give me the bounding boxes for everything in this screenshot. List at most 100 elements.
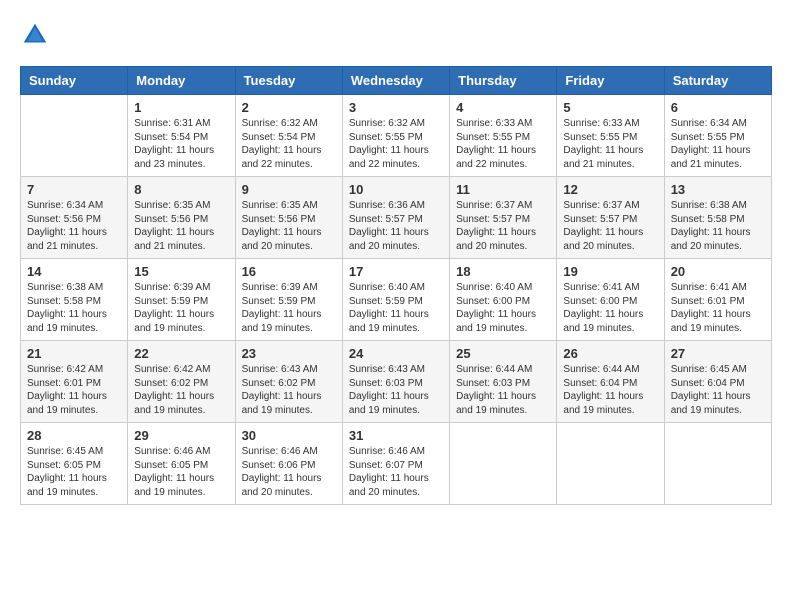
calendar-day-cell: 25 Sunrise: 6:44 AMSunset: 6:03 PMDayligh… — [450, 341, 557, 423]
day-info: Sunrise: 6:42 AMSunset: 6:02 PMDaylight:… — [134, 363, 228, 417]
day-number: 22 — [134, 346, 228, 361]
day-number: 9 — [242, 182, 336, 197]
day-info: Sunrise: 6:38 AMSunset: 5:58 PMDaylight:… — [27, 281, 121, 335]
day-number: 15 — [134, 264, 228, 279]
day-number: 11 — [456, 182, 550, 197]
day-number: 26 — [563, 346, 657, 361]
day-info: Sunrise: 6:32 AMSunset: 5:54 PMDaylight:… — [242, 117, 336, 171]
day-info: Sunrise: 6:33 AMSunset: 5:55 PMDaylight:… — [456, 117, 550, 171]
calendar-day-cell: 5 Sunrise: 6:33 AMSunset: 5:55 PMDaylight… — [557, 95, 664, 177]
day-number: 16 — [242, 264, 336, 279]
day-number: 4 — [456, 100, 550, 115]
calendar-day-cell — [21, 95, 128, 177]
weekday-header-cell: Sunday — [21, 67, 128, 95]
calendar-day-cell: 21 Sunrise: 6:42 AMSunset: 6:01 PMDayligh… — [21, 341, 128, 423]
day-info: Sunrise: 6:37 AMSunset: 5:57 PMDaylight:… — [563, 199, 657, 253]
calendar-day-cell: 17 Sunrise: 6:40 AMSunset: 5:59 PMDayligh… — [342, 259, 449, 341]
calendar-day-cell: 19 Sunrise: 6:41 AMSunset: 6:00 PMDayligh… — [557, 259, 664, 341]
day-info: Sunrise: 6:46 AMSunset: 6:07 PMDaylight:… — [349, 445, 443, 499]
calendar-day-cell: 22 Sunrise: 6:42 AMSunset: 6:02 PMDayligh… — [128, 341, 235, 423]
calendar-day-cell: 13 Sunrise: 6:38 AMSunset: 5:58 PMDayligh… — [664, 177, 771, 259]
calendar-day-cell: 16 Sunrise: 6:39 AMSunset: 5:59 PMDayligh… — [235, 259, 342, 341]
calendar-day-cell: 15 Sunrise: 6:39 AMSunset: 5:59 PMDayligh… — [128, 259, 235, 341]
day-number: 12 — [563, 182, 657, 197]
day-info: Sunrise: 6:46 AMSunset: 6:06 PMDaylight:… — [242, 445, 336, 499]
calendar-week-row: 21 Sunrise: 6:42 AMSunset: 6:01 PMDayligh… — [21, 341, 772, 423]
calendar-day-cell: 20Sunrise: 6:41 AMSunset: 6:01 PMDayligh… — [664, 259, 771, 341]
calendar-day-cell: 4 Sunrise: 6:33 AMSunset: 5:55 PMDaylight… — [450, 95, 557, 177]
day-info: Sunrise: 6:44 AMSunset: 6:04 PMDaylight:… — [563, 363, 657, 417]
day-number: 18 — [456, 264, 550, 279]
calendar-day-cell: 9Sunrise: 6:35 AMSunset: 5:56 PMDaylight… — [235, 177, 342, 259]
day-info: Sunrise: 6:40 AMSunset: 6:00 PMDaylight:… — [456, 281, 550, 335]
weekday-header-row: SundayMondayTuesdayWednesdayThursdayFrid… — [21, 67, 772, 95]
calendar-day-cell: 14 Sunrise: 6:38 AMSunset: 5:58 PMDayligh… — [21, 259, 128, 341]
day-info: Sunrise: 6:41 AMSunset: 6:00 PMDaylight:… — [563, 281, 657, 335]
day-info: Sunrise: 6:42 AMSunset: 6:01 PMDaylight:… — [27, 363, 121, 417]
calendar-week-row: 7Sunrise: 6:34 AMSunset: 5:56 PMDaylight… — [21, 177, 772, 259]
calendar-table: SundayMondayTuesdayWednesdayThursdayFrid… — [20, 66, 772, 505]
calendar-day-cell: 8 Sunrise: 6:35 AMSunset: 5:56 PMDaylight… — [128, 177, 235, 259]
day-number: 29 — [134, 428, 228, 443]
day-number: 2 — [242, 100, 336, 115]
day-info: Sunrise: 6:38 AMSunset: 5:58 PMDaylight:… — [671, 199, 765, 253]
logo — [20, 20, 54, 50]
day-number: 5 — [563, 100, 657, 115]
day-info: Sunrise: 6:39 AMSunset: 5:59 PMDaylight:… — [242, 281, 336, 335]
calendar-week-row: 28 Sunrise: 6:45 AMSunset: 6:05 PMDayligh… — [21, 423, 772, 505]
day-number: 25 — [456, 346, 550, 361]
day-number: 27 — [671, 346, 765, 361]
calendar-day-cell — [557, 423, 664, 505]
calendar-day-cell: 28 Sunrise: 6:45 AMSunset: 6:05 PMDayligh… — [21, 423, 128, 505]
calendar-day-cell: 30 Sunrise: 6:46 AMSunset: 6:06 PMDayligh… — [235, 423, 342, 505]
day-number: 21 — [27, 346, 121, 361]
day-info: Sunrise: 6:37 AMSunset: 5:57 PMDaylight:… — [456, 199, 550, 253]
day-number: 8 — [134, 182, 228, 197]
calendar-day-cell — [450, 423, 557, 505]
day-info: Sunrise: 6:45 AMSunset: 6:05 PMDaylight:… — [27, 445, 121, 499]
calendar-day-cell: 6Sunrise: 6:34 AMSunset: 5:55 PMDaylight… — [664, 95, 771, 177]
page-header — [20, 20, 772, 50]
calendar-day-cell: 23Sunrise: 6:43 AMSunset: 6:02 PMDayligh… — [235, 341, 342, 423]
day-info: Sunrise: 6:45 AMSunset: 6:04 PMDaylight:… — [671, 363, 765, 417]
day-number: 23 — [242, 346, 336, 361]
day-info: Sunrise: 6:39 AMSunset: 5:59 PMDaylight:… — [134, 281, 228, 335]
weekday-header-cell: Monday — [128, 67, 235, 95]
calendar-day-cell: 1Sunrise: 6:31 AMSunset: 5:54 PMDaylight… — [128, 95, 235, 177]
day-number: 3 — [349, 100, 443, 115]
calendar-day-cell: 31 Sunrise: 6:46 AMSunset: 6:07 PMDayligh… — [342, 423, 449, 505]
day-number: 14 — [27, 264, 121, 279]
day-number: 24 — [349, 346, 443, 361]
day-number: 28 — [27, 428, 121, 443]
calendar-week-row: 1Sunrise: 6:31 AMSunset: 5:54 PMDaylight… — [21, 95, 772, 177]
day-info: Sunrise: 6:35 AMSunset: 5:56 PMDaylight:… — [134, 199, 228, 253]
day-info: Sunrise: 6:34 AMSunset: 5:55 PMDaylight:… — [671, 117, 765, 171]
calendar-day-cell: 3 Sunrise: 6:32 AMSunset: 5:55 PMDaylight… — [342, 95, 449, 177]
logo-icon — [20, 20, 50, 50]
calendar-day-cell: 7Sunrise: 6:34 AMSunset: 5:56 PMDaylight… — [21, 177, 128, 259]
day-number: 31 — [349, 428, 443, 443]
calendar-day-cell: 27 Sunrise: 6:45 AMSunset: 6:04 PMDayligh… — [664, 341, 771, 423]
day-info: Sunrise: 6:40 AMSunset: 5:59 PMDaylight:… — [349, 281, 443, 335]
day-info: Sunrise: 6:36 AMSunset: 5:57 PMDaylight:… — [349, 199, 443, 253]
calendar-day-cell — [664, 423, 771, 505]
calendar-week-row: 14 Sunrise: 6:38 AMSunset: 5:58 PMDayligh… — [21, 259, 772, 341]
day-number: 13 — [671, 182, 765, 197]
calendar-day-cell: 2 Sunrise: 6:32 AMSunset: 5:54 PMDaylight… — [235, 95, 342, 177]
weekday-header-cell: Tuesday — [235, 67, 342, 95]
calendar-day-cell: 10Sunrise: 6:36 AMSunset: 5:57 PMDayligh… — [342, 177, 449, 259]
calendar-day-cell: 12 Sunrise: 6:37 AMSunset: 5:57 PMDayligh… — [557, 177, 664, 259]
calendar-day-cell: 11 Sunrise: 6:37 AMSunset: 5:57 PMDayligh… — [450, 177, 557, 259]
day-number: 1 — [134, 100, 228, 115]
calendar-day-cell: 29 Sunrise: 6:46 AMSunset: 6:05 PMDayligh… — [128, 423, 235, 505]
day-info: Sunrise: 6:32 AMSunset: 5:55 PMDaylight:… — [349, 117, 443, 171]
day-number: 17 — [349, 264, 443, 279]
day-info: Sunrise: 6:46 AMSunset: 6:05 PMDaylight:… — [134, 445, 228, 499]
day-number: 19 — [563, 264, 657, 279]
day-info: Sunrise: 6:33 AMSunset: 5:55 PMDaylight:… — [563, 117, 657, 171]
day-info: Sunrise: 6:43 AMSunset: 6:03 PMDaylight:… — [349, 363, 443, 417]
calendar-day-cell: 26 Sunrise: 6:44 AMSunset: 6:04 PMDayligh… — [557, 341, 664, 423]
day-info: Sunrise: 6:44 AMSunset: 6:03 PMDaylight:… — [456, 363, 550, 417]
day-number: 30 — [242, 428, 336, 443]
day-info: Sunrise: 6:34 AMSunset: 5:56 PMDaylight:… — [27, 199, 121, 253]
